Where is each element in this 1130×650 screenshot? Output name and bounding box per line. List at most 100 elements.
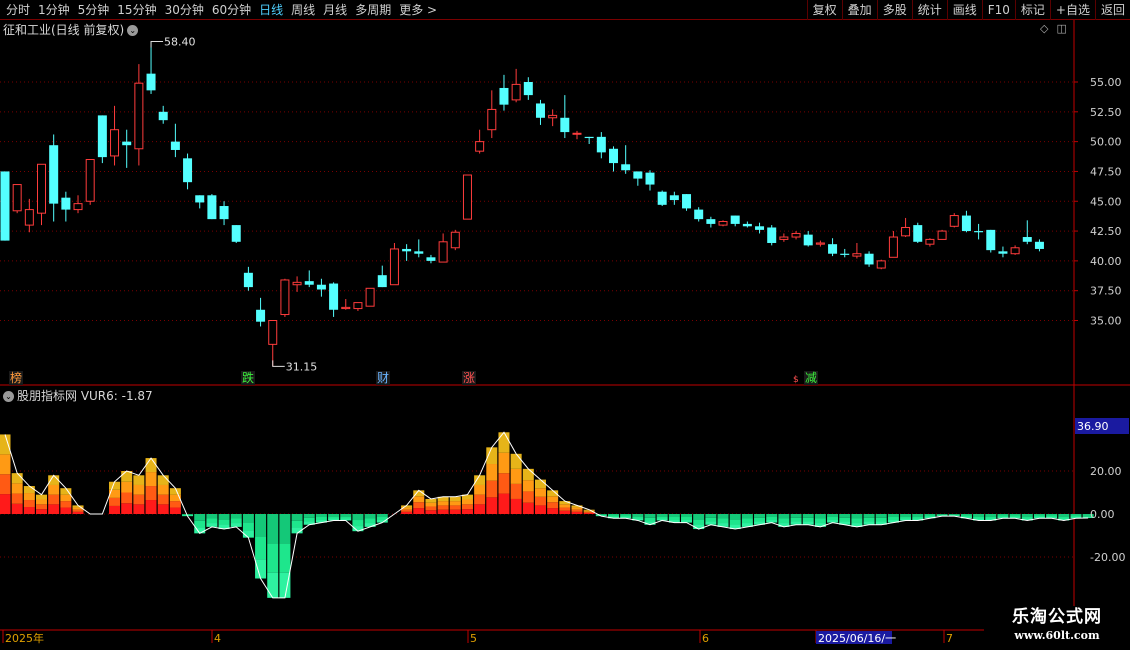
vur6-bar-positive xyxy=(559,507,571,511)
period-tab[interactable]: 1分钟 xyxy=(34,0,74,20)
tool-button[interactable]: 复权 xyxy=(806,0,842,20)
tool-button[interactable]: 画线 xyxy=(946,0,982,20)
vur6-bar-positive xyxy=(109,497,121,506)
tool-button[interactable]: 多股 xyxy=(876,0,912,20)
vur6-bar-positive xyxy=(571,511,583,514)
vur6-bar-positive xyxy=(0,474,11,495)
candle-body xyxy=(913,225,923,242)
vur6-bar-positive xyxy=(23,486,35,494)
vur6-bar-positive xyxy=(48,504,60,514)
vur6-bar-positive xyxy=(36,509,48,514)
tool-button[interactable]: 标记 xyxy=(1014,0,1050,20)
tool-button[interactable]: F10 xyxy=(981,0,1015,20)
vur6-bar-negative xyxy=(1046,515,1058,518)
vur6-bar-negative xyxy=(997,514,1009,516)
vur6-bar-negative xyxy=(291,514,303,521)
vur6-bar-negative xyxy=(863,514,875,518)
candle-body xyxy=(280,279,290,316)
vur6-bar-positive xyxy=(60,501,72,508)
watermark: 乐淘公式网 www.60lt.com xyxy=(984,606,1130,650)
candle-body xyxy=(1010,247,1020,255)
candle-body xyxy=(511,83,521,101)
candle-body xyxy=(645,172,655,185)
vur6-bar-negative xyxy=(620,514,632,516)
vur6-bar-positive xyxy=(157,504,169,514)
high-marker-line xyxy=(150,40,164,48)
panel-toggle-icon[interactable]: ◫ xyxy=(1056,22,1066,35)
candle-body xyxy=(876,260,886,269)
vur6-bar-negative xyxy=(693,519,705,525)
period-tab[interactable]: 月线 xyxy=(319,0,351,20)
time-label: 2025年 xyxy=(5,631,44,645)
candle-body xyxy=(937,230,947,240)
tool-button[interactable]: +自选 xyxy=(1049,0,1095,20)
vur6-bar-positive xyxy=(437,501,449,506)
vur6-bar-negative xyxy=(924,514,936,516)
vur6-bar-negative xyxy=(1070,514,1082,516)
vur6-bar-negative xyxy=(352,526,364,532)
vur6-bar-positive xyxy=(109,505,121,514)
period-tab[interactable]: 日线 xyxy=(255,0,287,20)
time-label: 6 xyxy=(702,632,709,645)
diamond-icon[interactable]: ◇ xyxy=(1040,22,1048,35)
watermark-title: 乐淘公式网 xyxy=(1012,607,1102,627)
stock-chart: 55.0052.5050.0047.5045.0042.5040.0037.50… xyxy=(0,20,1130,645)
candle-body xyxy=(292,281,302,286)
vur6-bar-negative xyxy=(608,515,619,518)
vur6-bar-negative xyxy=(924,515,936,518)
vur6-bar-negative xyxy=(218,514,230,520)
period-tab[interactable]: 60分钟 xyxy=(208,0,255,20)
candle-body xyxy=(548,114,558,119)
candle-body xyxy=(353,302,363,310)
vur6-bar-positive xyxy=(474,484,486,495)
vur6-bar-positive xyxy=(401,509,413,512)
vur6-bar-positive xyxy=(36,494,48,500)
vur6-bar-negative xyxy=(206,518,218,524)
vur6-bar-negative xyxy=(1021,516,1033,519)
candle-body xyxy=(438,241,448,263)
candle-body xyxy=(377,275,387,288)
low-marker-line xyxy=(272,360,285,367)
price-label: 45.00 xyxy=(1090,195,1122,208)
candle-body xyxy=(767,227,777,243)
vur6-bar-negative xyxy=(595,514,607,516)
tool-button[interactable]: 叠加 xyxy=(841,0,877,20)
vur6-bar-negative xyxy=(328,514,340,517)
vur6-bar-positive xyxy=(547,496,559,503)
candle-body xyxy=(779,236,789,240)
vur6-bar-positive xyxy=(571,509,583,512)
candle-body xyxy=(73,203,83,211)
candle-body xyxy=(560,117,570,133)
period-tab[interactable]: 15分钟 xyxy=(113,0,160,20)
vur6-bar-negative xyxy=(960,514,972,516)
candle-body xyxy=(986,229,996,251)
vur6-bar-positive xyxy=(461,499,473,505)
period-tab[interactable]: 多周期 xyxy=(351,0,395,20)
period-tab[interactable]: 分时 xyxy=(2,0,34,20)
candle-body xyxy=(475,141,485,152)
vur6-bar-negative xyxy=(863,517,875,522)
vur6-bar-positive xyxy=(48,475,60,485)
vur6-bar-negative xyxy=(827,517,839,521)
tool-button[interactable]: 统计 xyxy=(911,0,947,20)
tool-button[interactable]: 返回 xyxy=(1094,0,1130,20)
vur6-bar-positive xyxy=(157,494,169,505)
period-tab[interactable]: 更多 > xyxy=(395,0,441,20)
vur6-bar-positive xyxy=(413,502,425,509)
vur6-bar-negative xyxy=(315,517,327,521)
vur6-bar-positive xyxy=(522,468,534,481)
period-tab[interactable]: 周线 xyxy=(287,0,319,20)
chevron-down-icon[interactable]: ⌄ xyxy=(3,391,14,402)
period-tab[interactable]: 5分钟 xyxy=(74,0,114,20)
vur6-bar-negative xyxy=(973,516,985,519)
vur6-bar-positive xyxy=(11,473,23,484)
vur6-bar-negative xyxy=(741,518,753,524)
vur6-bar-negative xyxy=(194,520,206,528)
candle-body xyxy=(231,225,241,242)
vur6-bar-negative xyxy=(218,519,230,525)
vur6-bar-negative xyxy=(875,514,887,518)
price-label: 47.50 xyxy=(1090,165,1122,178)
vur6-bar-positive xyxy=(121,492,133,504)
chevron-down-icon[interactable]: ⌄ xyxy=(127,25,139,36)
period-tab[interactable]: 30分钟 xyxy=(161,0,208,20)
